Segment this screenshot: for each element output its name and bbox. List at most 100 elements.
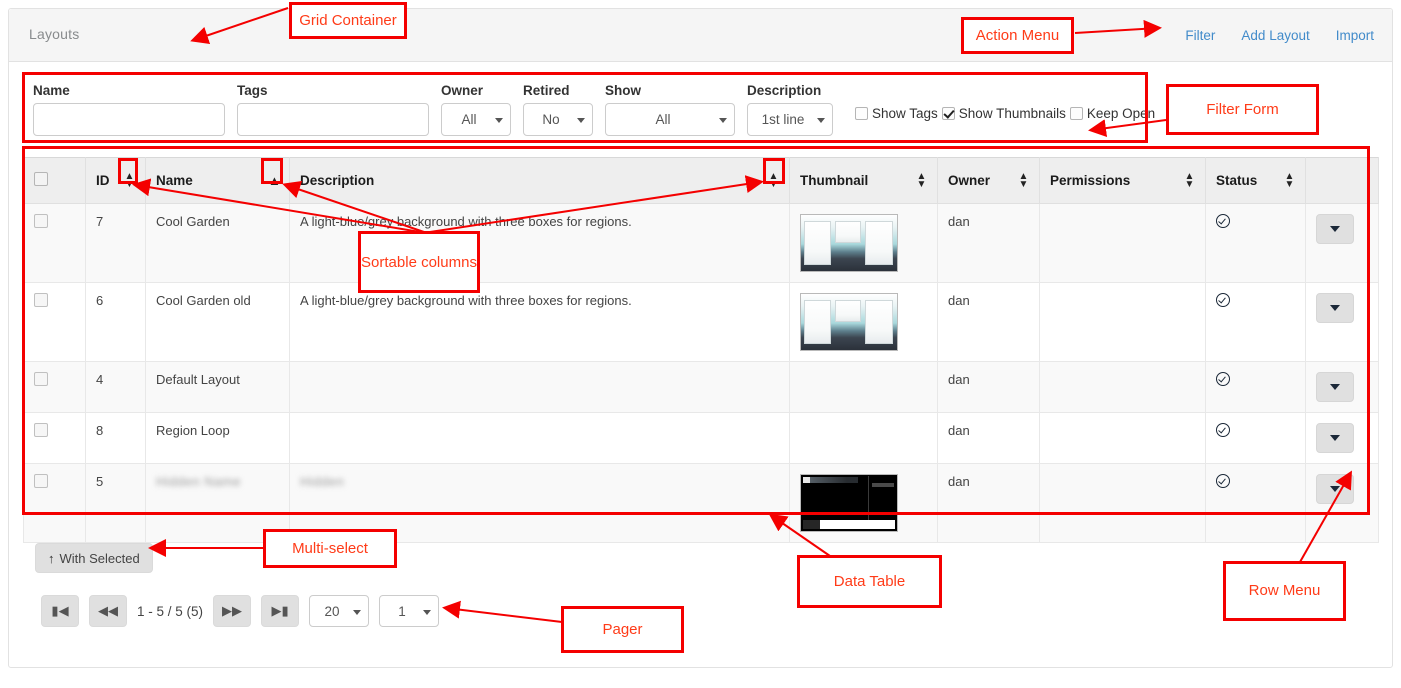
table-header-row: ID ▲ ▼ Name ▲ Description ▲ ▼ Thumbnail … bbox=[23, 157, 1379, 204]
row-thumbnail-cell bbox=[789, 203, 938, 283]
row-menu-cell bbox=[1305, 282, 1379, 362]
keep-open-label: Keep Open bbox=[1086, 106, 1156, 121]
chevron-down-icon bbox=[1330, 486, 1340, 492]
sort-both-icon-id[interactable]: ▲ ▼ bbox=[124, 171, 135, 189]
show-tags-checkbox[interactable] bbox=[855, 107, 868, 120]
table-row[interactable]: 4 Default Layout dan bbox=[23, 361, 1379, 413]
annotation-data-table-label: Data Table bbox=[833, 572, 906, 590]
status-enabled-icon bbox=[1216, 214, 1230, 228]
table-row[interactable]: 6 Cool Garden old A light-blue/grey back… bbox=[23, 282, 1379, 362]
col-thumbnail[interactable]: Thumbnail ▲ ▼ bbox=[789, 157, 938, 204]
row-name-redacted: Hidden Name bbox=[156, 474, 241, 489]
row-id: 8 bbox=[85, 412, 146, 464]
row-checkbox[interactable] bbox=[34, 372, 48, 386]
table-row[interactable]: 7 Cool Garden A light-blue/grey backgrou… bbox=[23, 203, 1379, 283]
row-menu-button[interactable] bbox=[1316, 293, 1354, 323]
col-id-label: ID bbox=[96, 173, 110, 188]
col-status-label: Status bbox=[1216, 173, 1258, 188]
col-id[interactable]: ID ▲ ▼ bbox=[85, 157, 146, 204]
sort-both-icon-status[interactable]: ▲ ▼ bbox=[1284, 171, 1295, 189]
sort-both-icon-thumbnail[interactable]: ▲ ▼ bbox=[916, 171, 927, 189]
col-owner[interactable]: Owner ▲ ▼ bbox=[937, 157, 1040, 204]
annotation-sortable-columns-label: Sortable columns bbox=[361, 253, 477, 271]
row-description: A light-blue/grey background with three … bbox=[289, 282, 790, 362]
col-status[interactable]: Status ▲ ▼ bbox=[1205, 157, 1306, 204]
row-description bbox=[289, 361, 790, 413]
status-enabled-icon bbox=[1216, 474, 1230, 488]
row-menu-button[interactable] bbox=[1316, 372, 1354, 402]
pager: ▮◀ ◀◀ 1 - 5 / 5 (5) ▶▶ ▶▮ 20 1 bbox=[41, 595, 449, 627]
filter-label-show: Show bbox=[605, 83, 641, 98]
row-checkbox[interactable] bbox=[34, 293, 48, 307]
sort-both-icon-permissions[interactable]: ▲ ▼ bbox=[1184, 171, 1195, 189]
col-name[interactable]: Name ▲ bbox=[145, 157, 290, 204]
retired-select[interactable]: No bbox=[523, 103, 593, 136]
action-add-layout-link[interactable]: Add Layout bbox=[1241, 28, 1309, 43]
filter-label-owner: Owner bbox=[441, 83, 484, 98]
row-name: Default Layout bbox=[145, 361, 290, 413]
data-table-wrap: ID ▲ ▼ Name ▲ Description ▲ ▼ Thumbnail … bbox=[23, 157, 1379, 543]
pager-last-button[interactable]: ▶▮ bbox=[261, 595, 300, 627]
pager-next-button[interactable]: ▶▶ bbox=[213, 595, 252, 627]
keep-open-checkbox[interactable] bbox=[1069, 107, 1083, 120]
sort-both-icon-description[interactable]: ▲ ▼ bbox=[768, 171, 779, 189]
pager-first-button[interactable]: ▮◀ bbox=[41, 595, 79, 627]
pager-info: 1 - 5 / 5 (5) bbox=[137, 603, 204, 619]
page-size-select-wrap: 20 bbox=[309, 595, 370, 627]
row-menu-cell bbox=[1305, 412, 1379, 464]
filter-field-name: Name bbox=[33, 81, 225, 136]
row-thumbnail-cell bbox=[789, 412, 938, 464]
row-menu-button[interactable] bbox=[1316, 423, 1354, 453]
show-select[interactable]: All bbox=[605, 103, 735, 136]
show-tags-checkbox-item[interactable]: Show Tags bbox=[855, 106, 938, 121]
row-checkbox[interactable] bbox=[34, 474, 48, 488]
action-filter-link[interactable]: Filter bbox=[1185, 28, 1215, 43]
page-number-select[interactable]: 1 bbox=[379, 595, 440, 627]
row-thumbnail-cell bbox=[789, 361, 938, 413]
annotation-action-menu-label: Action Menu bbox=[975, 26, 1060, 44]
col-permissions[interactable]: Permissions ▲ ▼ bbox=[1039, 157, 1206, 204]
pager-prev-button[interactable]: ◀◀ bbox=[89, 595, 127, 627]
row-name: Region Loop bbox=[145, 412, 290, 464]
row-menu-cell bbox=[1305, 203, 1379, 283]
keep-open-checkbox-item[interactable]: Keep Open bbox=[1069, 106, 1156, 121]
table-body: 7 Cool Garden A light-blue/grey backgrou… bbox=[23, 203, 1379, 543]
annotation-pager-label: Pager bbox=[602, 620, 643, 638]
row-menu-button[interactable] bbox=[1316, 474, 1354, 504]
filter-label-retired: Retired bbox=[523, 83, 570, 98]
sort-both-icon-owner[interactable]: ▲ ▼ bbox=[1018, 171, 1029, 189]
page-number-select-wrap: 1 bbox=[379, 595, 440, 627]
filter-field-tags: Tags bbox=[237, 81, 429, 136]
table-row[interactable]: 8 Region Loop dan bbox=[23, 412, 1379, 464]
row-name: Cool Garden old bbox=[145, 282, 290, 362]
name-input[interactable] bbox=[33, 103, 225, 136]
row-checkbox[interactable] bbox=[34, 423, 48, 437]
row-permissions bbox=[1039, 463, 1206, 543]
layouts-table: ID ▲ ▼ Name ▲ Description ▲ ▼ Thumbnail … bbox=[23, 157, 1379, 543]
page-size-select[interactable]: 20 bbox=[309, 595, 370, 627]
show-thumbnails-checkbox[interactable] bbox=[941, 107, 955, 120]
row-menu-button[interactable] bbox=[1316, 214, 1354, 244]
row-thumbnail-cell bbox=[789, 282, 938, 362]
row-name: Cool Garden bbox=[145, 203, 290, 283]
row-status-cell bbox=[1205, 282, 1306, 362]
description-select[interactable]: 1st line bbox=[747, 103, 833, 136]
layout-thumbnail-image bbox=[800, 474, 898, 532]
select-all-checkbox[interactable] bbox=[34, 172, 48, 186]
action-import-link[interactable]: Import bbox=[1336, 28, 1374, 43]
row-checkbox[interactable] bbox=[34, 214, 48, 228]
row-id: 6 bbox=[85, 282, 146, 362]
table-row[interactable]: 5 Hidden Name Hidden dan bbox=[23, 463, 1379, 543]
layout-thumbnail-image bbox=[800, 214, 898, 272]
filter-checkbox-group: Show Tags Show Thumbnails Keep Open bbox=[855, 106, 1159, 121]
col-description[interactable]: Description ▲ ▼ bbox=[289, 157, 790, 204]
sort-asc-icon-name[interactable]: ▲ bbox=[268, 174, 281, 187]
owner-select[interactable]: All bbox=[441, 103, 511, 136]
panel-header: Layouts Filter Add Layout Import bbox=[9, 9, 1392, 62]
show-thumbnails-checkbox-item[interactable]: Show Thumbnails bbox=[941, 106, 1066, 121]
row-description bbox=[289, 412, 790, 464]
col-select-all bbox=[23, 157, 86, 204]
col-row-menu bbox=[1305, 157, 1379, 204]
tags-input[interactable] bbox=[237, 103, 429, 136]
with-selected-button[interactable]: ↑ With Selected bbox=[35, 543, 153, 573]
